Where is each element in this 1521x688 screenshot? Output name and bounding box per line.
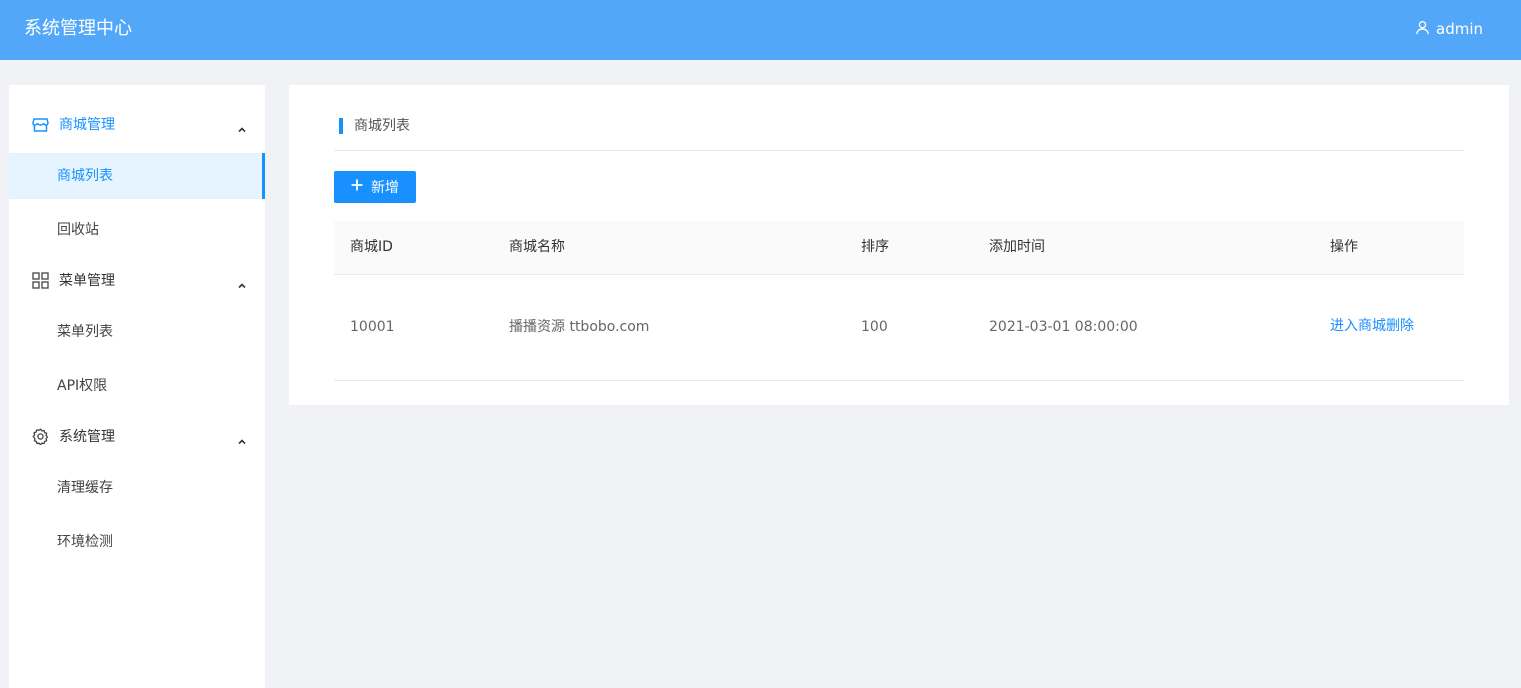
store-icon — [32, 116, 49, 133]
chevron-up-icon — [237, 276, 247, 289]
sidebar-item-label: 清理缓存 — [57, 480, 113, 496]
sidebar-item-mall-list[interactable]: 商城列表 — [9, 153, 265, 199]
sidebar-group-label: 系统管理 — [59, 429, 115, 445]
cell-name: 播播资源 ttbobo.com — [509, 319, 650, 335]
cell-sort: 100 — [861, 319, 888, 335]
gear-icon — [32, 428, 49, 446]
sidebar-item-label: 商城列表 — [57, 168, 113, 184]
section-header: 商城列表 — [334, 107, 1464, 151]
sidebar-item-clear-cache[interactable]: 清理缓存 — [9, 465, 265, 511]
chevron-up-icon — [237, 432, 247, 445]
sidebar-group-system[interactable]: 系统管理 — [9, 413, 265, 461]
sidebar-item-label: 回收站 — [57, 222, 99, 238]
cell-id: 10001 — [350, 319, 395, 335]
app-title: 系统管理中心 — [24, 18, 132, 39]
sidebar-group-label: 菜单管理 — [59, 273, 115, 289]
sidebar-item-menu-list[interactable]: 菜单列表 — [9, 309, 265, 355]
section-accent-bar — [339, 118, 343, 134]
add-button[interactable]: 新增 — [334, 171, 416, 203]
top-header: 系统管理中心 admin — [0, 0, 1521, 60]
delete-link[interactable]: 删除 — [1386, 275, 1414, 377]
sidebar-group-mall[interactable]: 商城管理 — [9, 101, 265, 149]
column-header-name: 商城名称 — [509, 239, 565, 255]
sidebar: 商城管理 商城列表 回收站 菜单管理 菜单列表 API权限 系统管理 清理缓存 … — [9, 85, 265, 688]
sidebar-item-label: 环境检测 — [57, 534, 113, 550]
column-header-sort: 排序 — [861, 239, 889, 255]
sidebar-item-api-permission[interactable]: API权限 — [9, 363, 265, 409]
column-header-time: 添加时间 — [989, 239, 1045, 255]
mall-table: 商城ID 商城名称 排序 添加时间 操作 10001 播播资源 ttbobo.c… — [334, 221, 1464, 381]
table-header: 商城ID 商城名称 排序 添加时间 操作 — [334, 221, 1464, 275]
column-header-actions: 操作 — [1330, 239, 1358, 255]
add-button-label: 新增 — [371, 180, 399, 196]
sidebar-item-recycle-bin[interactable]: 回收站 — [9, 207, 265, 253]
grid-icon — [32, 272, 49, 289]
sidebar-item-env-check[interactable]: 环境检测 — [9, 519, 265, 565]
sidebar-group-label: 商城管理 — [59, 117, 115, 133]
page-title: 商城列表 — [354, 118, 410, 134]
sidebar-item-label: 菜单列表 — [57, 324, 113, 340]
user-menu[interactable]: admin — [1415, 0, 1483, 58]
sidebar-item-label: API权限 — [57, 378, 108, 394]
sidebar-group-menu[interactable]: 菜单管理 — [9, 257, 265, 305]
cell-actions: 进入商城 删除 — [1330, 275, 1414, 377]
chevron-up-icon — [237, 120, 247, 133]
cell-time: 2021-03-01 08:00:00 — [989, 319, 1138, 335]
plus-icon — [351, 179, 363, 195]
main-panel: 商城列表 新增 商城ID 商城名称 排序 添加时间 操作 10001 播播资源 … — [289, 85, 1509, 405]
user-name: admin — [1436, 20, 1483, 38]
enter-mall-link[interactable]: 进入商城 — [1330, 275, 1386, 377]
user-icon — [1415, 20, 1430, 39]
column-header-id: 商城ID — [350, 239, 393, 255]
table-row: 10001 播播资源 ttbobo.com 100 2021-03-01 08:… — [334, 275, 1464, 381]
